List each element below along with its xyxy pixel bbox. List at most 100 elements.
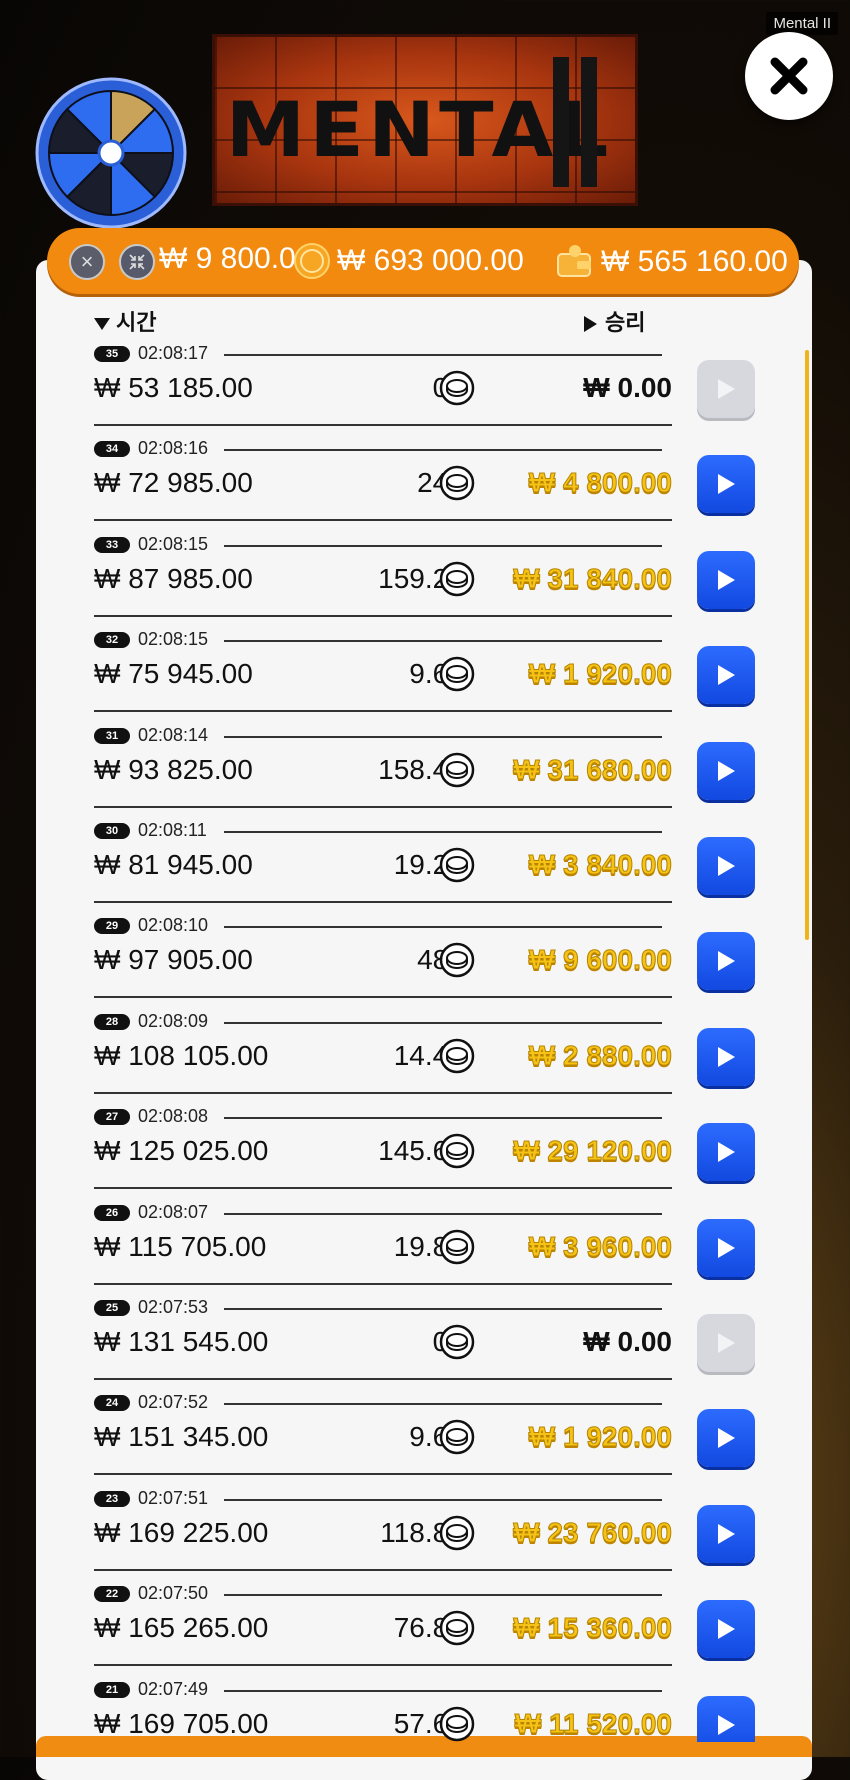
round-row: 32 02:08:15 ₩ 75 945.00 9.6 x ₩ 1 920.00 bbox=[94, 628, 762, 723]
round-history-list: 3502:08:17₩ 53 185.000 x₩ 0.003402:08:16… bbox=[94, 342, 762, 1742]
logo-roman-numeral bbox=[549, 57, 605, 187]
divider bbox=[224, 544, 662, 547]
round-bet: ₩ 115 705.00 bbox=[94, 1230, 267, 1262]
replay-button[interactable] bbox=[697, 1218, 755, 1277]
time-sort-header[interactable]: 시간 bbox=[94, 305, 156, 337]
round-number-badge: 35 bbox=[94, 346, 130, 362]
replay-button[interactable] bbox=[697, 646, 755, 705]
play-icon bbox=[718, 1333, 735, 1353]
play-icon bbox=[718, 1428, 735, 1449]
wallet-icon bbox=[557, 245, 591, 277]
total-bet-value: ₩ 693 000.00 bbox=[337, 244, 524, 277]
round-win: ₩ 9 600.00 bbox=[528, 944, 672, 976]
round-time: 02:08:07 bbox=[138, 1201, 209, 1222]
row-divider bbox=[94, 1568, 672, 1571]
replay-button[interactable] bbox=[697, 1027, 755, 1086]
coin-icon bbox=[294, 243, 330, 279]
row-divider bbox=[94, 710, 672, 713]
round-bet: ₩ 125 025.00 bbox=[94, 1135, 269, 1167]
replay-button[interactable] bbox=[697, 741, 755, 800]
round-bet: ₩ 169 225.00 bbox=[94, 1516, 269, 1548]
divider bbox=[224, 831, 662, 833]
divider bbox=[224, 1308, 662, 1310]
replay-button[interactable] bbox=[697, 837, 755, 895]
round-bet: ₩ 53 185.00 bbox=[94, 372, 253, 403]
round-win: ₩ 23 760.00 bbox=[513, 1516, 673, 1548]
coin-icon bbox=[439, 1229, 475, 1264]
close-icon bbox=[770, 57, 808, 95]
close-button[interactable] bbox=[745, 32, 833, 120]
row-divider bbox=[94, 1664, 672, 1667]
replay-button[interactable] bbox=[697, 1314, 755, 1372]
round-number-badge: 34 bbox=[94, 441, 130, 458]
round-number-badge: 24 bbox=[94, 1395, 130, 1412]
coin-icon bbox=[439, 1515, 475, 1551]
round-bet: ₩ 87 985.00 bbox=[94, 562, 253, 594]
round-win: ₩ 31 840.00 bbox=[513, 562, 673, 594]
play-icon bbox=[718, 1714, 735, 1735]
round-win: ₩ 31 680.00 bbox=[513, 753, 673, 785]
replay-button[interactable] bbox=[697, 1695, 755, 1742]
replay-button[interactable] bbox=[697, 1504, 755, 1563]
game-logo: MENTAL bbox=[212, 34, 638, 206]
divider bbox=[224, 1021, 662, 1024]
play-icon bbox=[718, 856, 735, 876]
round-time: 02:07:50 bbox=[138, 1583, 209, 1604]
round-win: ₩ 0.00 bbox=[583, 372, 672, 403]
play-icon bbox=[718, 1046, 735, 1067]
round-row: 30 02:08:11 ₩ 81 945.00 19.2 x ₩ 3 840.00 bbox=[94, 819, 762, 914]
replay-button[interactable] bbox=[697, 1600, 755, 1659]
row-divider bbox=[94, 1282, 672, 1285]
round-bet: ₩ 97 905.00 bbox=[94, 944, 253, 976]
coin-icon bbox=[439, 847, 475, 883]
round-time: 02:08:17 bbox=[138, 343, 209, 363]
round-number-badge: 30 bbox=[94, 823, 130, 839]
divider bbox=[224, 449, 662, 452]
sort-desc-icon bbox=[94, 318, 110, 331]
round-number-badge: 29 bbox=[94, 918, 130, 935]
divider bbox=[224, 1498, 662, 1501]
coin-icon bbox=[439, 1324, 475, 1360]
coin-icon bbox=[439, 1420, 475, 1455]
replay-button[interactable] bbox=[697, 550, 755, 609]
row-divider bbox=[94, 901, 672, 903]
play-icon bbox=[718, 1523, 735, 1544]
round-number-badge: 32 bbox=[94, 632, 130, 649]
close-small-button[interactable]: × bbox=[69, 244, 105, 280]
replay-button[interactable] bbox=[697, 932, 755, 991]
row-divider bbox=[94, 424, 672, 426]
coin-icon bbox=[439, 656, 475, 692]
round-number-badge: 33 bbox=[94, 536, 130, 553]
divider bbox=[224, 1212, 662, 1215]
replay-button[interactable] bbox=[697, 455, 755, 514]
round-time: 02:07:52 bbox=[138, 1392, 209, 1413]
replay-button[interactable] bbox=[697, 1409, 755, 1468]
play-icon bbox=[718, 379, 735, 399]
collapse-button[interactable] bbox=[119, 244, 155, 280]
coin-icon bbox=[439, 466, 475, 501]
round-win: ₩ 3 960.00 bbox=[528, 1230, 672, 1262]
play-icon bbox=[718, 760, 735, 781]
row-divider bbox=[94, 614, 672, 617]
replay-button[interactable] bbox=[697, 360, 755, 418]
play-icon bbox=[718, 1142, 735, 1163]
round-win: ₩ 29 120.00 bbox=[513, 1135, 673, 1167]
bonus-wheel-icon bbox=[35, 77, 187, 229]
round-bet: ₩ 75 945.00 bbox=[94, 658, 253, 690]
divider bbox=[224, 354, 662, 356]
round-bet: ₩ 169 705.00 bbox=[94, 1707, 269, 1739]
round-row: 26 02:08:07 ₩ 115 705.00 19.8 x ₩ 3 960.00 bbox=[94, 1201, 762, 1296]
round-row: 22 02:07:50 ₩ 165 265.00 76.8 x ₩ 15 360.00 bbox=[94, 1582, 762, 1677]
round-time: 02:08:11 bbox=[138, 820, 207, 840]
row-divider bbox=[94, 1187, 672, 1190]
win-header[interactable]: 승리 bbox=[584, 305, 645, 337]
play-icon bbox=[718, 951, 735, 972]
divider bbox=[224, 1689, 662, 1692]
coin-icon bbox=[439, 1038, 475, 1074]
scrollbar[interactable] bbox=[805, 350, 809, 940]
coin-icon bbox=[439, 1610, 475, 1646]
round-number-badge: 28 bbox=[94, 1013, 130, 1030]
replay-button[interactable] bbox=[697, 1123, 755, 1182]
play-icon bbox=[718, 1237, 735, 1258]
round-row: 31 02:08:14 ₩ 93 825.00 158.4 x ₩ 31 680.00 bbox=[94, 724, 762, 819]
